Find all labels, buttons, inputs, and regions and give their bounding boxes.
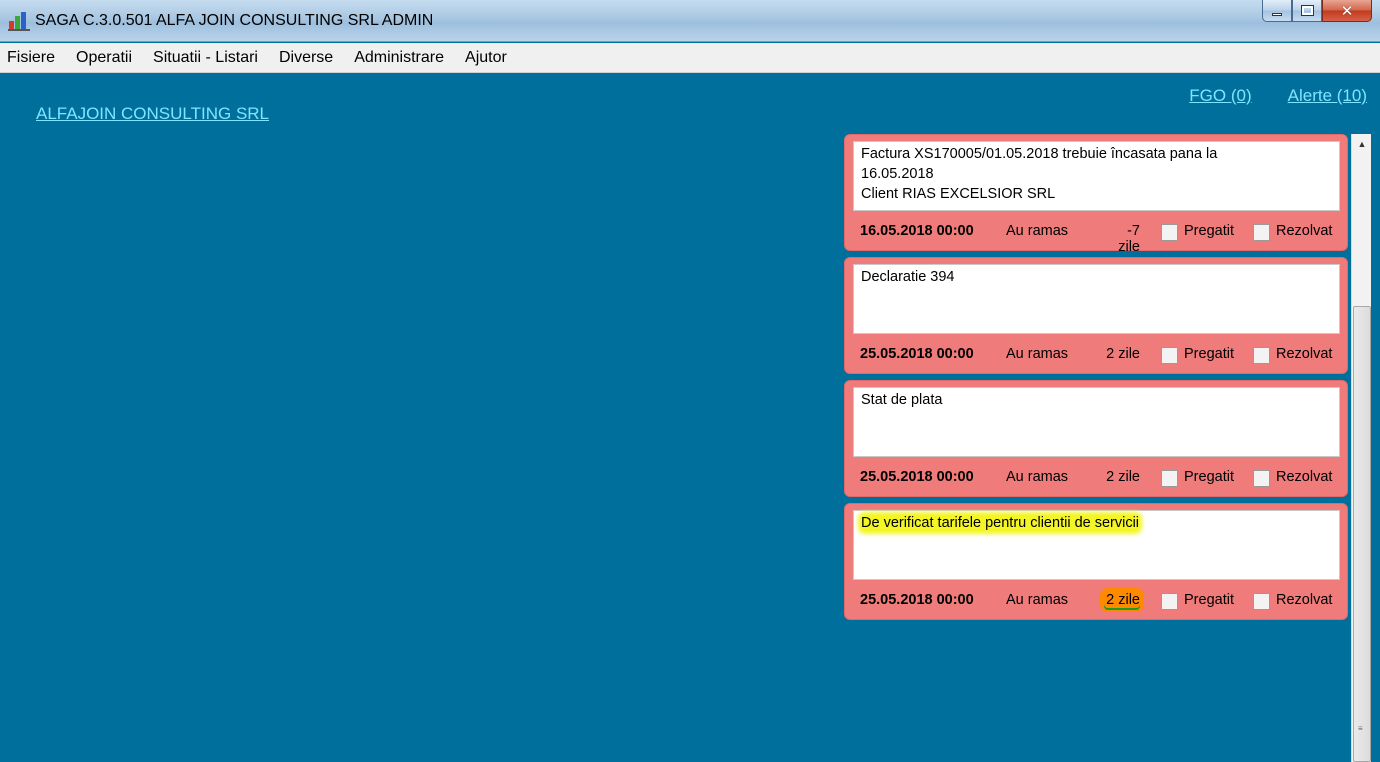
menu-operatii[interactable]: Operatii <box>76 49 132 67</box>
scroll-up-arrow-icon[interactable]: ▲ <box>1352 134 1372 154</box>
pregatit-checkbox[interactable] <box>1161 593 1178 610</box>
alert-days-remaining: 2 zile <box>1104 592 1140 608</box>
alert-message[interactable]: Declaratie 394 <box>853 264 1340 334</box>
minimize-button[interactable] <box>1262 0 1292 22</box>
window-controls: ✕ <box>1262 0 1372 24</box>
alert-due-date: 25.05.2018 00:00 <box>860 469 974 485</box>
window-title: SAGA C.3.0.501 ALFA JOIN CONSULTING SRL … <box>35 12 434 29</box>
alert-card: De verificat tarifele pentru clientii de… <box>844 503 1348 620</box>
alert-remaining-label: Au ramas <box>1006 469 1069 485</box>
rezolvat-label: Rezolvat <box>1276 469 1333 485</box>
alert-card: Declaratie 394 25.05.2018 00:00 Au ramas… <box>844 257 1348 374</box>
rezolvat-checkbox[interactable] <box>1253 593 1270 610</box>
alert-message[interactable]: De verificat tarifele pentru clientii de… <box>853 510 1340 580</box>
alert-footer: 25.05.2018 00:00 Au ramas 2 zile Pregati… <box>860 592 1345 612</box>
rezolvat-label: Rezolvat <box>1276 223 1333 239</box>
pregatit-checkbox[interactable] <box>1161 224 1178 241</box>
fgo-link[interactable]: FGO (0) <box>1189 86 1251 106</box>
rezolvat-label: Rezolvat <box>1276 592 1333 608</box>
alert-card: Factura XS170005/01.05.2018 trebuie înca… <box>844 134 1348 255</box>
alert-days-remaining: 2 zile <box>1106 469 1140 485</box>
alert-days-remaining: -7 zile <box>1118 223 1140 255</box>
alert-remaining-label: Au ramas <box>1006 346 1069 362</box>
pregatit-checkbox[interactable] <box>1161 347 1178 364</box>
top-links: FGO (0) Alerte (10) <box>1189 86 1367 106</box>
title-bar: SAGA C.3.0.501 ALFA JOIN CONSULTING SRL … <box>0 0 1380 42</box>
scroll-grip-icon: ≡ <box>1358 724 1363 733</box>
alert-due-date: 25.05.2018 00:00 <box>860 592 974 608</box>
pregatit-label: Pregatit <box>1184 223 1234 239</box>
minimize-icon <box>1272 13 1282 16</box>
pregatit-label: Pregatit <box>1184 469 1234 485</box>
alerts-scrollbar[interactable]: ▲ ≡ <box>1351 134 1371 762</box>
pregatit-label: Pregatit <box>1184 592 1234 608</box>
rezolvat-checkbox[interactable] <box>1253 470 1270 487</box>
alert-message[interactable]: Factura XS170005/01.05.2018 trebuie înca… <box>853 141 1340 211</box>
alerts-panel: Factura XS170005/01.05.2018 trebuie înca… <box>844 134 1348 762</box>
saga-app-icon[interactable] <box>8 11 30 31</box>
pregatit-label: Pregatit <box>1184 346 1234 362</box>
alerte-link[interactable]: Alerte (10) <box>1288 86 1367 106</box>
rezolvat-checkbox[interactable] <box>1253 224 1270 241</box>
menu-administrare[interactable]: Administrare <box>354 49 444 67</box>
alert-days-remaining: 2 zile <box>1106 346 1140 362</box>
pregatit-checkbox[interactable] <box>1161 470 1178 487</box>
maximize-icon <box>1300 5 1314 16</box>
menu-bar: Fisiere Operatii Situatii - Listari Dive… <box>0 43 1380 73</box>
alert-card: Stat de plata 25.05.2018 00:00 Au ramas … <box>844 380 1348 497</box>
scroll-thumb[interactable]: ≡ <box>1353 306 1371 762</box>
company-link[interactable]: ALFAJOIN CONSULTING SRL <box>36 104 269 124</box>
menu-fisiere[interactable]: Fisiere <box>7 49 55 67</box>
alert-message[interactable]: Stat de plata <box>853 387 1340 457</box>
maximize-button[interactable] <box>1292 0 1322 22</box>
alert-remaining-label: Au ramas <box>1006 592 1069 608</box>
menu-situatii-listari[interactable]: Situatii - Listari <box>153 49 258 67</box>
highlighted-alert-text: De verificat tarifele pentru clientii de… <box>861 515 1140 531</box>
rezolvat-checkbox[interactable] <box>1253 347 1270 364</box>
alert-due-date: 16.05.2018 00:00 <box>860 223 974 239</box>
alert-due-date: 25.05.2018 00:00 <box>860 346 974 362</box>
alert-remaining-label: Au ramas <box>1006 223 1069 239</box>
close-button[interactable]: ✕ <box>1322 0 1372 22</box>
alert-footer: 25.05.2018 00:00 Au ramas 2 zile Pregati… <box>860 346 1345 366</box>
rezolvat-label: Rezolvat <box>1276 346 1333 362</box>
close-icon: ✕ <box>1340 1 1354 20</box>
alert-footer: 16.05.2018 00:00 Au ramas -7 zile Pregat… <box>860 223 1345 255</box>
menu-ajutor[interactable]: Ajutor <box>465 49 507 67</box>
alert-footer: 25.05.2018 00:00 Au ramas 2 zile Pregati… <box>860 469 1345 489</box>
menu-diverse[interactable]: Diverse <box>279 49 333 67</box>
